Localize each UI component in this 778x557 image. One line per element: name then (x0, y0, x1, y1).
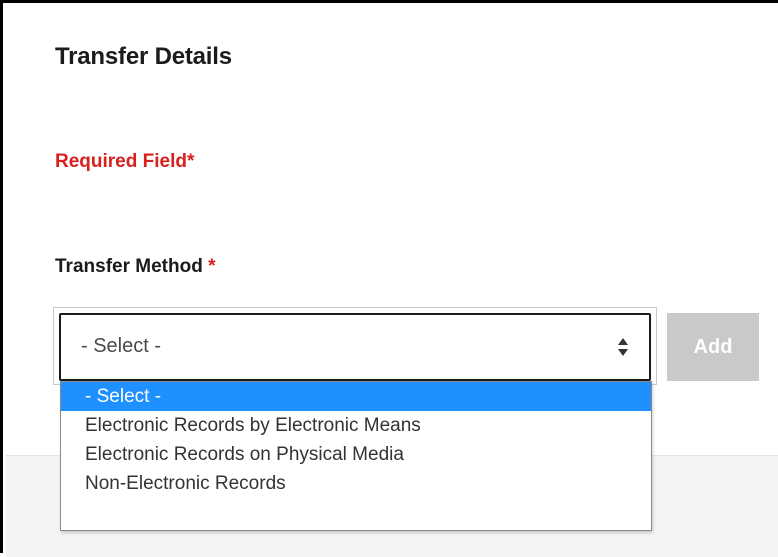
required-star: * (208, 256, 216, 277)
select-option[interactable]: Electronic Records by Electronic Means (61, 411, 651, 440)
required-field-note: Required Field* (55, 151, 195, 172)
select-option[interactable]: - Select - (61, 382, 651, 411)
add-button[interactable]: Add (667, 313, 759, 381)
select-current-value: - Select - (81, 335, 162, 357)
transfer-method-options: - Select - Electronic Records by Electron… (60, 381, 652, 531)
transfer-method-label: Transfer Method * (55, 256, 216, 278)
transfer-method-label-text: Transfer Method (55, 256, 203, 277)
select-option[interactable]: Non-Electronic Records (61, 469, 651, 498)
transfer-method-select[interactable]: - Select - (59, 313, 651, 381)
transfer-details-panel: Transfer Details Required Field* Transfe… (0, 0, 778, 557)
section-title: Transfer Details (55, 43, 232, 70)
up-down-arrow-icon (618, 338, 628, 356)
select-option[interactable]: Electronic Records on Physical Media (61, 440, 651, 469)
